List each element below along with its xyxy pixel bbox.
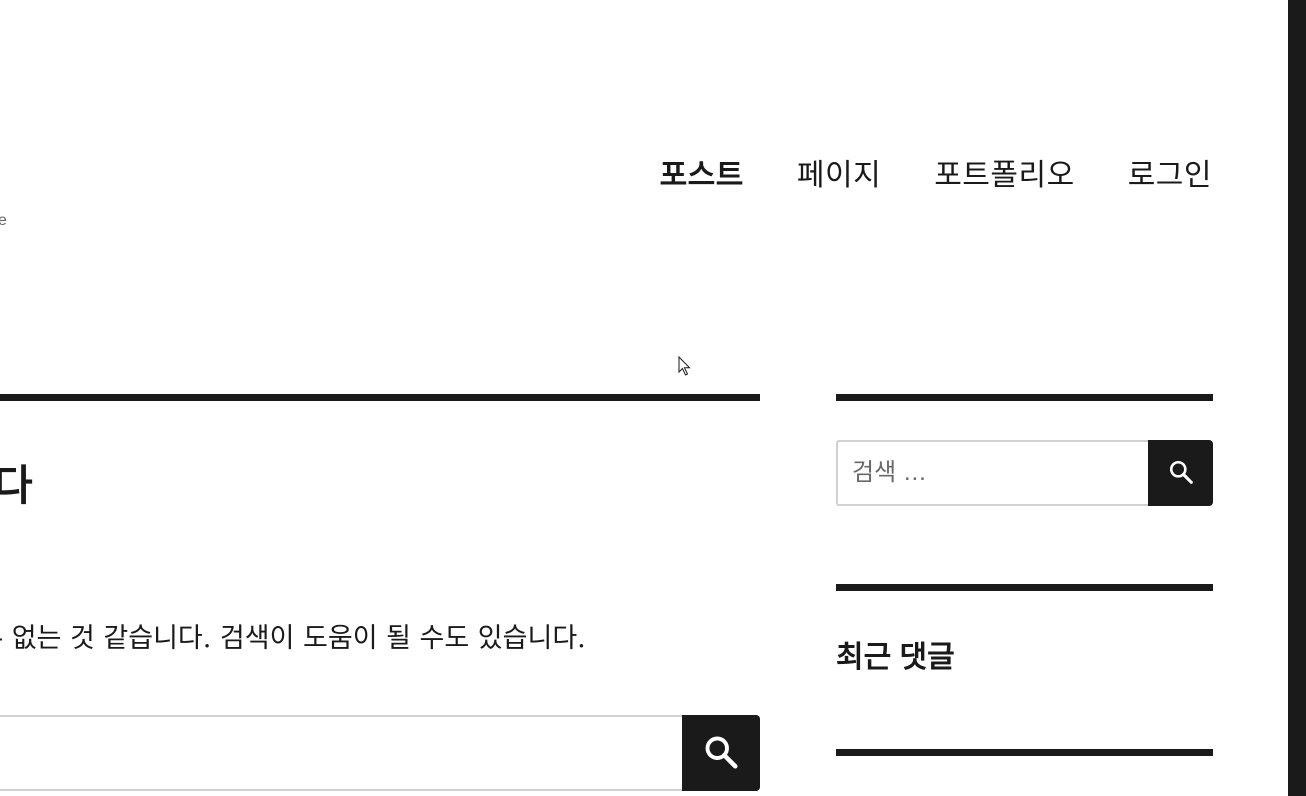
recent-comments-title: 최근 댓글: [836, 641, 955, 674]
page: e 포스트 페이지 포트폴리오 로그인 다 - 없는 것 같습니다. 검색이 도…: [0, 0, 1288, 796]
nav-item-posts[interactable]: 포스트: [660, 150, 744, 194]
nav-item-login[interactable]: 로그인: [1128, 150, 1212, 194]
main-search-input[interactable]: [0, 715, 682, 791]
mouse-pointer-icon: [678, 355, 692, 383]
no-results-message: - 없는 것 같습니다. 검색이 도움이 될 수도 있습니다.: [0, 623, 586, 654]
widget-divider: [836, 394, 1213, 401]
window-edge: [1288, 0, 1306, 796]
sidebar-search-input[interactable]: [836, 440, 1148, 506]
main-navigation: 포스트 페이지 포트폴리오 로그인: [660, 150, 1212, 194]
search-icon: [703, 734, 739, 773]
nav-item-portfolio[interactable]: 포트폴리오: [934, 150, 1075, 194]
main-search-form: [0, 715, 760, 791]
sidebar-search-button[interactable]: [1148, 440, 1213, 506]
search-icon: [1168, 459, 1194, 488]
widget-divider: [836, 584, 1213, 591]
widget-divider: [836, 749, 1213, 756]
site-description: e: [0, 212, 7, 229]
sidebar-search-form: [836, 440, 1213, 506]
main-search-button[interactable]: [682, 715, 760, 791]
page-title: 다: [0, 462, 33, 509]
content-divider: [0, 394, 760, 401]
nav-item-pages[interactable]: 페이지: [797, 150, 881, 194]
